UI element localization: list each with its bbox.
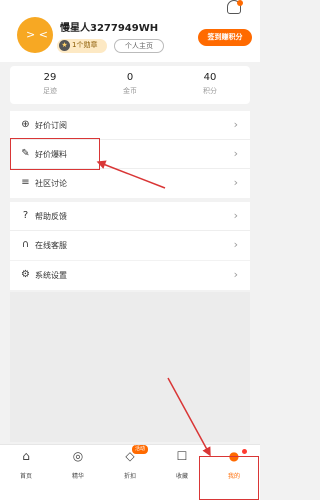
- stat-value: 29: [43, 72, 57, 83]
- stat-footprint[interactable]: 29 足迹: [10, 71, 90, 98]
- checkin-earn-points-button[interactable]: 签到赚积分: [198, 29, 252, 46]
- menu-item-deal-subscription[interactable]: ⊕ 好价订阅 ›: [10, 111, 250, 140]
- menu-item-community[interactable]: ≡ 社区讨论 ›: [10, 169, 250, 198]
- menu-item-online-service[interactable]: ∩ 在线客服 ›: [10, 231, 250, 260]
- help-icon: ?: [22, 210, 29, 221]
- stats-card: 29 足迹 0 金币 40 积分: [10, 66, 250, 104]
- notification-dot: [242, 449, 247, 454]
- tab-home[interactable]: ⌂ 首页: [0, 445, 52, 500]
- tab-label: 精华: [71, 473, 84, 480]
- activity-badge: 活动: [132, 445, 149, 454]
- personal-homepage-button[interactable]: 个人主页: [114, 39, 164, 53]
- stat-value: 0: [126, 72, 134, 83]
- highlight-box-deal-report: [10, 138, 100, 170]
- chevron-right-icon: ›: [233, 209, 238, 222]
- chevron-right-icon: ›: [233, 238, 238, 251]
- stat-label: 足迹: [43, 87, 57, 95]
- menu-item-help-feedback[interactable]: ? 帮助反馈 ›: [10, 202, 250, 231]
- menu-item-label: 在线客服: [35, 241, 67, 250]
- menu-group-support: ? 帮助反馈 › ∩ 在线客服 ›: [10, 202, 250, 260]
- stat-label: 积分: [203, 87, 217, 95]
- menu-group-system: ⚙ 系统设置 ›: [10, 261, 250, 290]
- tab-label: 折扣: [123, 473, 136, 480]
- medal-icon: ★: [59, 40, 70, 51]
- menu-item-label: 帮助反馈: [35, 212, 67, 221]
- username[interactable]: 慢星人3277949WH: [60, 19, 158, 34]
- chevron-right-icon: ›: [233, 147, 238, 160]
- avatar[interactable]: > <: [17, 17, 53, 53]
- plus-circle-icon: ⊕: [21, 119, 30, 130]
- collect-icon: ☐: [176, 449, 188, 463]
- home-icon: ⌂: [22, 449, 30, 463]
- headset-icon: ∩: [21, 239, 30, 250]
- chevron-right-icon: ›: [233, 118, 238, 131]
- stat-value: 40: [203, 72, 217, 83]
- profile-header: > < 慢星人3277949WH ★ 1个勋章 个人主页 签到赚积分: [0, 0, 260, 62]
- tab-label: 首页: [19, 473, 32, 480]
- menu-item-label: 社区讨论: [35, 179, 67, 188]
- stat-coins[interactable]: 0 金币: [90, 71, 170, 98]
- tab-discount[interactable]: ◇ 活动 折扣: [104, 445, 156, 500]
- notification-dot: [237, 0, 243, 6]
- medal-badge-label: 1个勋章: [72, 41, 98, 49]
- empty-content-area: [10, 292, 250, 442]
- menu-item-label: 系统设置: [35, 271, 67, 280]
- menu-item-label: 好价订阅: [35, 121, 67, 130]
- chat-icon: ≡: [21, 177, 30, 188]
- essence-icon: ◎: [72, 449, 84, 463]
- stat-points[interactable]: 40 积分: [170, 71, 250, 98]
- avatar-face: > <: [26, 28, 48, 41]
- stat-label: 金币: [123, 87, 137, 95]
- highlight-box-mine-tab: [199, 456, 259, 500]
- menu-item-settings[interactable]: ⚙ 系统设置 ›: [10, 261, 250, 290]
- chevron-right-icon: ›: [233, 176, 238, 189]
- chevron-right-icon: ›: [233, 268, 238, 281]
- settings-icon: ⚙: [21, 269, 30, 280]
- tab-essence[interactable]: ◎ 精华: [52, 445, 104, 500]
